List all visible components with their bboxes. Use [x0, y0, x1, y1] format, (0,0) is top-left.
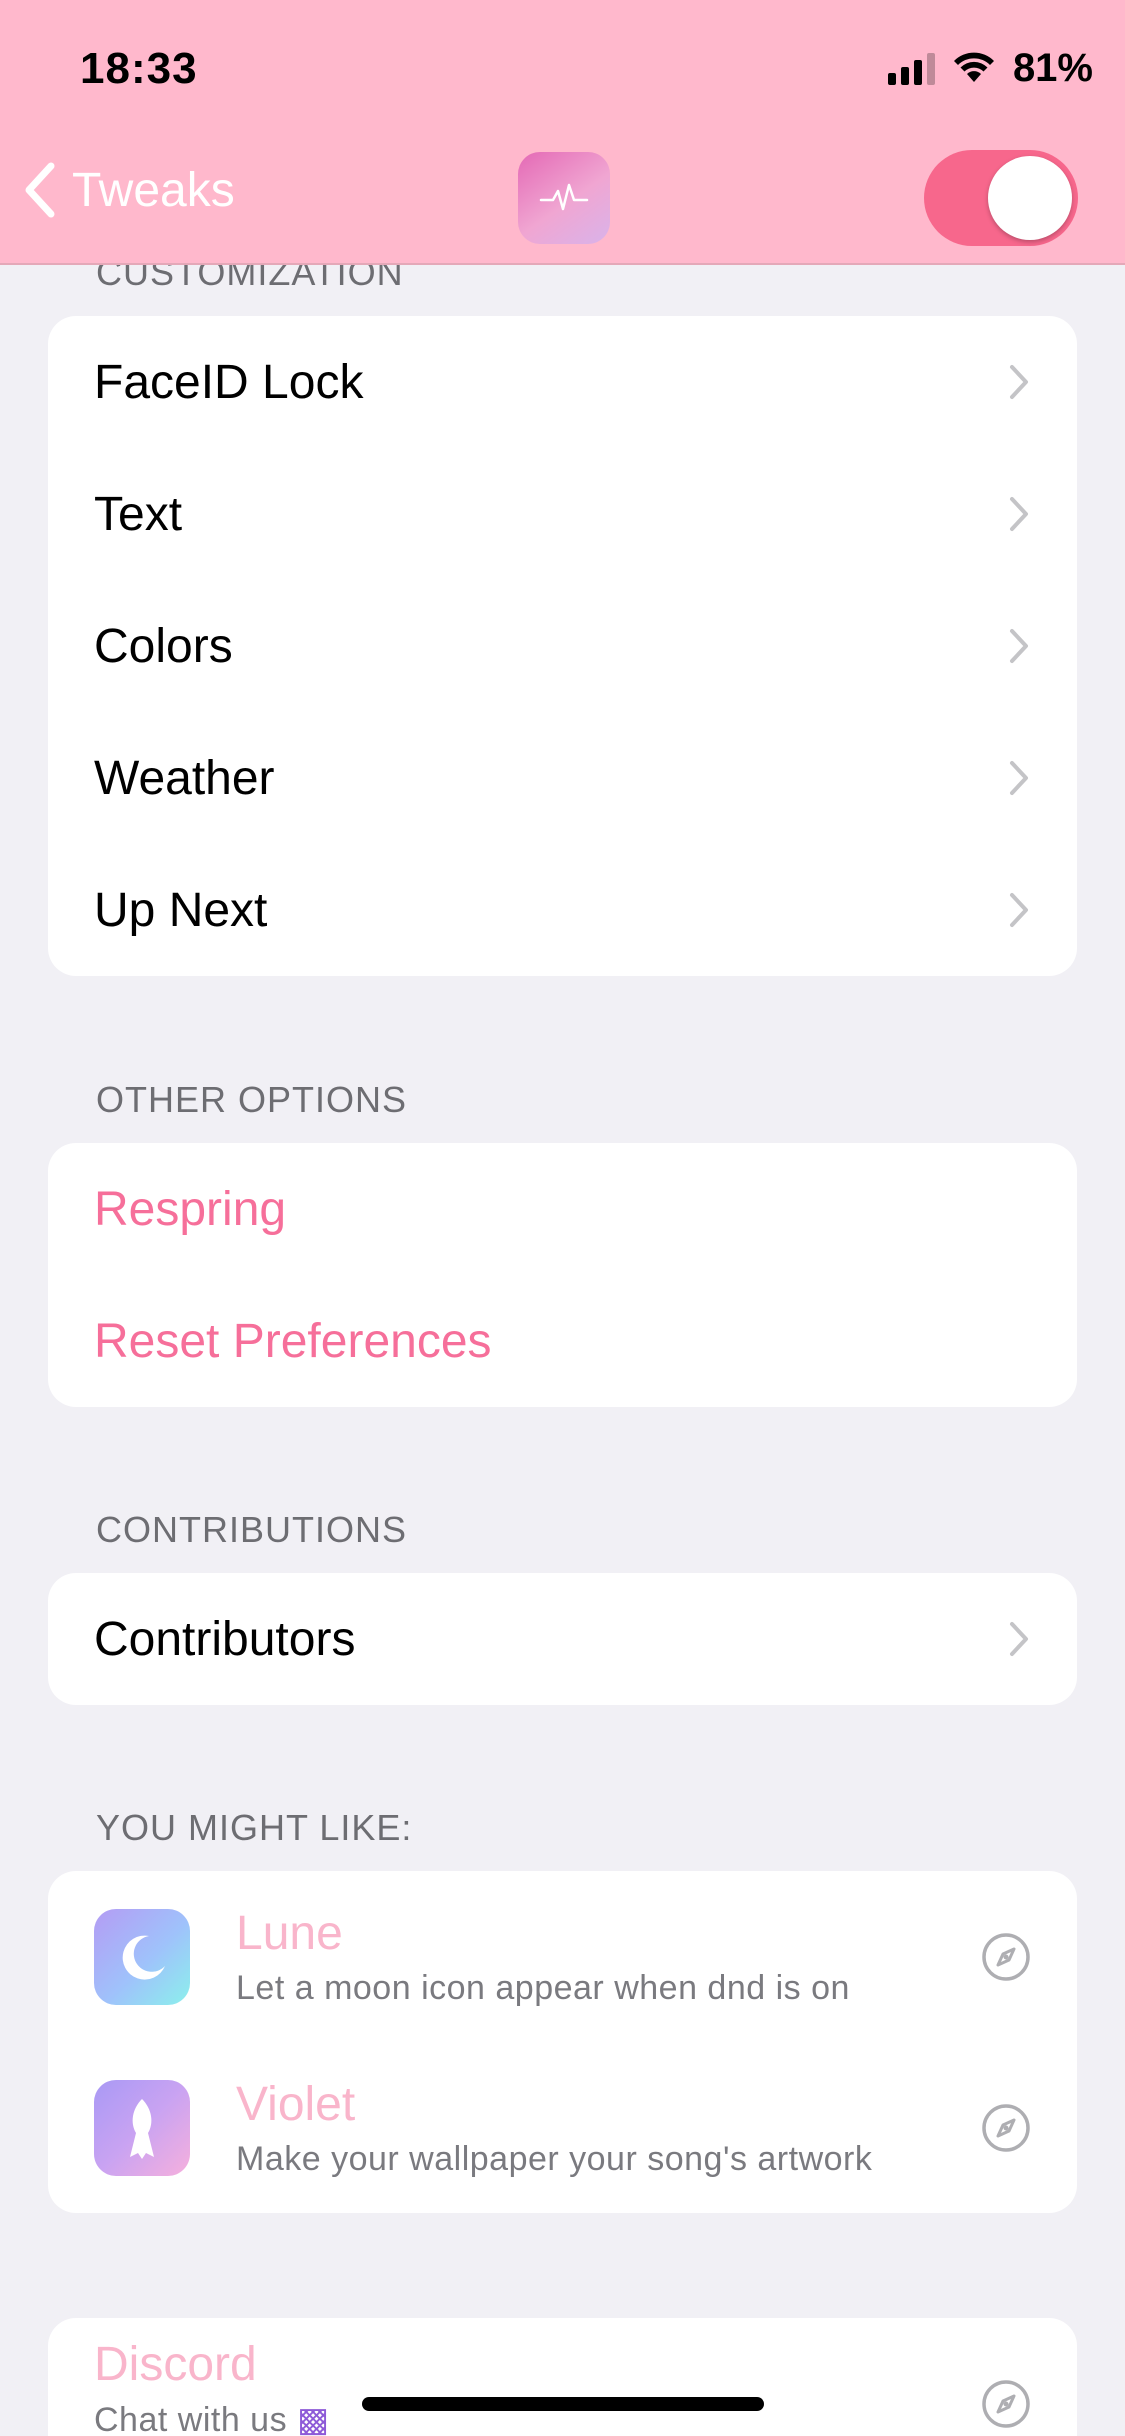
- compass-icon: [982, 2103, 1030, 2152]
- you-might-like-group: Lune Let a moon icon appear when dnd is …: [48, 1871, 1077, 2213]
- respring-button[interactable]: Respring: [48, 1143, 1077, 1275]
- social-group: Discord Chat with us ▩: [48, 2318, 1077, 2436]
- row-contributors[interactable]: Contributors: [48, 1573, 1077, 1705]
- row-label: Weather: [94, 751, 275, 805]
- chevron-right-icon: [1010, 497, 1028, 531]
- section-header-other-options: OTHER OPTIONS: [96, 1079, 408, 1120]
- row-up-next[interactable]: Up Next: [48, 844, 1077, 976]
- app-name: Discord: [94, 2338, 257, 2391]
- row-label: Respring: [94, 1182, 287, 1236]
- app-text: Violet Make your wallpaper your song's a…: [236, 2077, 872, 2179]
- status-time: 18:33: [80, 44, 198, 93]
- reset-preferences-button[interactable]: Reset Preferences: [48, 1275, 1077, 1407]
- section-header-contributions: CONTRIBUTIONS: [96, 1509, 408, 1550]
- row-label: Text: [94, 487, 183, 541]
- app-name: Lune: [236, 1906, 343, 1960]
- chevron-right-icon: [1010, 761, 1028, 795]
- row-colors[interactable]: Colors: [48, 580, 1077, 712]
- row-label: FaceID Lock: [94, 355, 364, 409]
- contributions-group: Contributors: [48, 1573, 1077, 1705]
- other-options-group: Respring Reset Preferences: [48, 1143, 1077, 1407]
- chevron-right-icon: [1010, 893, 1028, 927]
- row-weather[interactable]: Weather: [48, 712, 1077, 844]
- back-button-label: Tweaks: [72, 163, 235, 217]
- row-text[interactable]: Text: [48, 448, 1077, 580]
- app-description: Chat with us ▩: [94, 2400, 330, 2436]
- app-row-lune[interactable]: Lune Let a moon icon appear when dnd is …: [48, 1871, 1077, 2042]
- chevron-left-icon: [25, 162, 55, 218]
- row-label: Contributors: [94, 1612, 356, 1666]
- chevron-right-icon: [1010, 365, 1028, 399]
- app-text: Discord Chat with us ▩: [94, 2337, 330, 2436]
- home-indicator[interactable]: [362, 2397, 764, 2411]
- compass-icon: [982, 1932, 1030, 1981]
- chevron-right-icon: [1010, 629, 1028, 663]
- ribbon-icon: [94, 2079, 190, 2176]
- chevron-right-icon: [1010, 1622, 1028, 1656]
- row-faceid-lock[interactable]: FaceID Lock: [48, 316, 1077, 448]
- enable-toggle[interactable]: [924, 150, 1078, 246]
- status-indicators: 81%: [887, 45, 1093, 90]
- discord-row[interactable]: Discord Chat with us ▩: [48, 2318, 1077, 2436]
- cellular-signal-icon: [887, 51, 935, 85]
- row-label: Up Next: [94, 883, 268, 937]
- back-button[interactable]: Tweaks: [22, 162, 235, 218]
- app-row-violet[interactable]: Violet Make your wallpaper your song's a…: [48, 2042, 1077, 2213]
- moon-icon: [94, 1908, 190, 2005]
- row-label: Reset Preferences: [94, 1314, 492, 1368]
- app-name: Violet: [236, 2077, 356, 2131]
- app-description: Let a moon icon appear when dnd is on: [236, 1968, 850, 2007]
- alien-monster-emoji-icon: ▩: [297, 2401, 330, 2436]
- app-text: Lune Let a moon icon appear when dnd is …: [236, 1906, 850, 2008]
- section-header-you-might-like: YOU MIGHT LIKE:: [96, 1807, 413, 1848]
- row-label: Colors: [94, 619, 233, 673]
- customization-group: FaceID Lock Text Colors Weather Up Next: [48, 316, 1077, 976]
- battery-percentage: 81%: [1012, 45, 1093, 90]
- navigation-header: 18:33 81% Tweaks: [0, 0, 1125, 265]
- toggle-knob: [988, 156, 1072, 240]
- compass-icon: [982, 2379, 1030, 2428]
- app-description: Make your wallpaper your song's artwork: [236, 2139, 873, 2178]
- wifi-icon: [953, 52, 994, 82]
- tweak-logo-icon: [518, 152, 610, 244]
